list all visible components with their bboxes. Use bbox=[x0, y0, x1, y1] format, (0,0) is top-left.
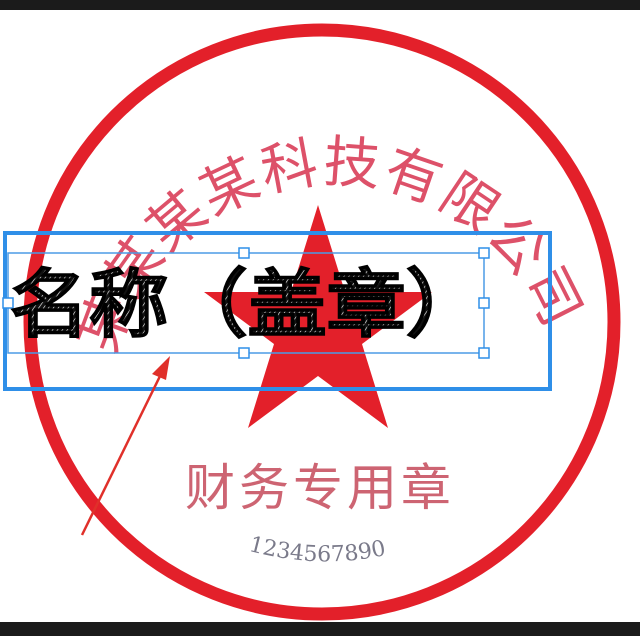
arrow-icon bbox=[80, 356, 170, 536]
seal-department-text: 财务专用章 bbox=[185, 459, 455, 517]
square-handle-icon[interactable] bbox=[238, 347, 250, 359]
bottom-frame-strip bbox=[0, 622, 640, 636]
seal-serial-number: 1234567890 bbox=[247, 532, 388, 567]
text-layer-label[interactable]: 名称（盖章） bbox=[9, 261, 485, 348]
square-handle-icon[interactable] bbox=[478, 347, 490, 359]
square-handle-icon[interactable] bbox=[478, 247, 490, 259]
square-handle-icon[interactable] bbox=[238, 247, 250, 259]
canvas: 某某某某科技有限公司 财务专用章 1234567890 名称（盖章） bbox=[2, 23, 621, 621]
